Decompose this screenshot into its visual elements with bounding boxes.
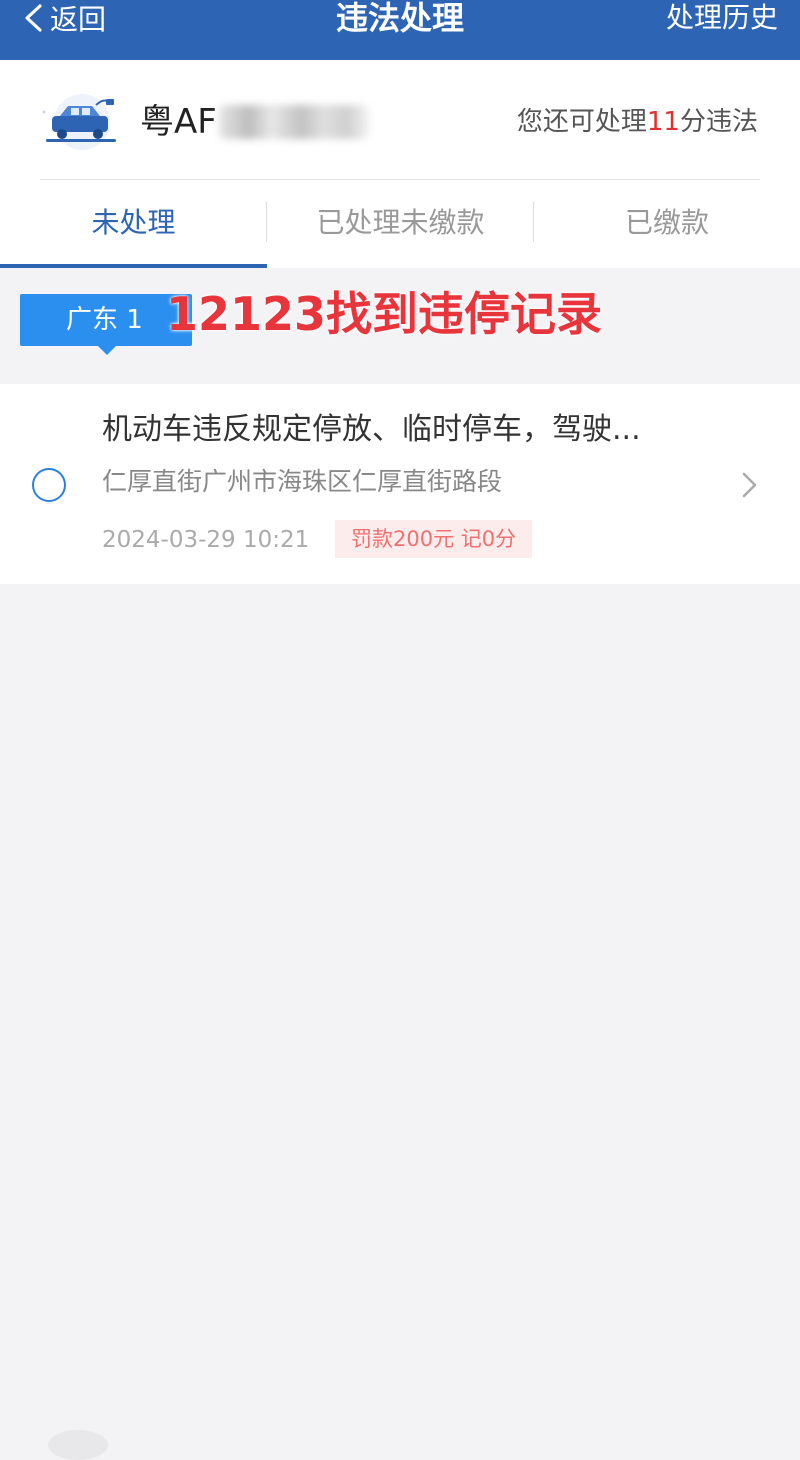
floating-button-edge <box>48 1430 108 1460</box>
points-remaining: 您还可处理11分违法 <box>517 100 758 144</box>
violation-location: 仁厚直街广州市海珠区仁厚直街路段 <box>102 467 503 496</box>
plate-redacted <box>218 105 369 139</box>
history-button[interactable]: 处理历史 <box>666 0 778 36</box>
points-value: 11 <box>646 107 680 137</box>
nav-bar: 返回 违法处理 处理历史 <box>0 0 800 60</box>
tab-processed-unpaid[interactable]: 已处理未缴款 <box>267 180 534 266</box>
violation-record[interactable]: 机动车违反规定停放、临时停车，驾驶... 仁厚直街广州市海珠区仁厚直街路段 20… <box>0 384 800 584</box>
tab-paid[interactable]: 已缴款 <box>534 180 800 266</box>
violation-time: 2024-03-29 10:21 <box>102 527 310 553</box>
status-tabs: 未处理 已处理未缴款 已缴款 <box>0 180 800 268</box>
fine-badge: 罚款200元 记0分 <box>335 520 533 558</box>
radio-unchecked-icon[interactable] <box>32 468 66 502</box>
tab-unprocessed[interactable]: 未处理 <box>0 180 267 266</box>
license-plate: 粤AF <box>140 100 369 144</box>
violation-title: 机动车违反规定停放、临时停车，驾驶... <box>102 412 641 447</box>
vehicle-info: 粤AF 您还可处理11分违法 <box>0 60 800 180</box>
plate-prefix: 粤AF <box>140 102 217 142</box>
region-section: 广东 1 12123找到违停记录 <box>0 268 800 384</box>
electric-car-icon <box>42 94 116 150</box>
overlay-caption: 12123找到违停记录 <box>166 287 603 341</box>
points-suffix: 分违法 <box>679 107 758 137</box>
chevron-right-icon <box>742 472 757 498</box>
points-prefix: 您还可处理 <box>516 107 647 137</box>
